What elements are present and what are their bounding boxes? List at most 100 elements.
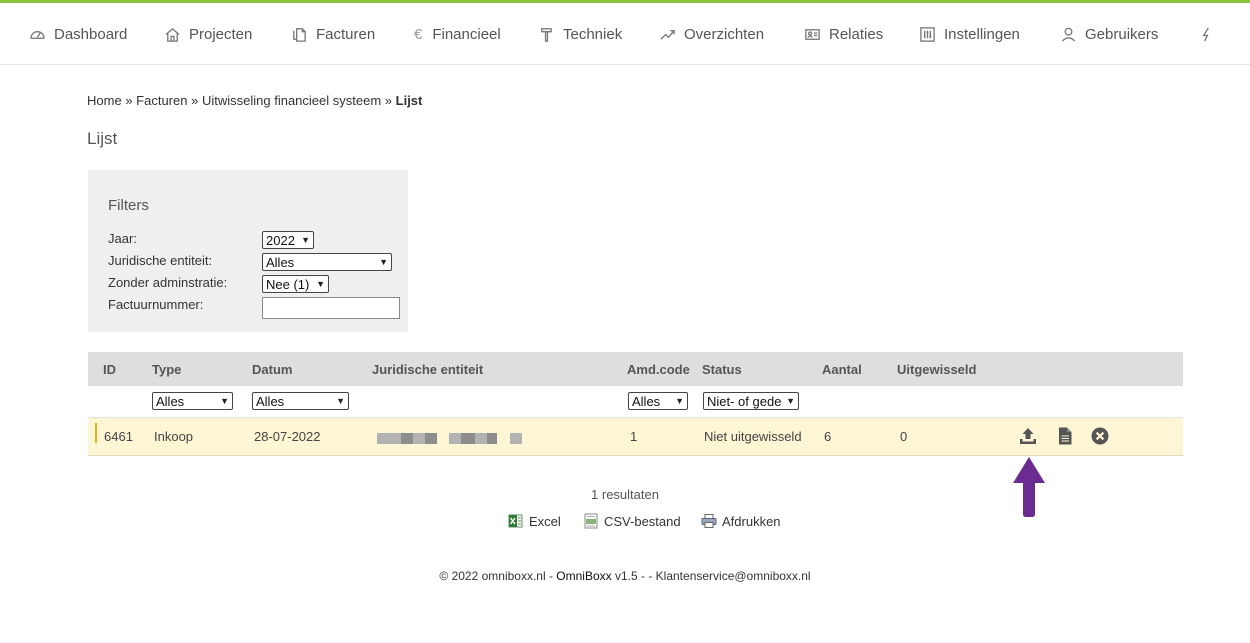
filters-title: Filters bbox=[108, 197, 149, 214]
home-icon bbox=[165, 27, 180, 42]
dashboard-gauge-icon bbox=[30, 30, 45, 39]
nav-item-dashboard[interactable]: Dashboard bbox=[29, 3, 127, 65]
column-filter-amdcode-value: Alles bbox=[632, 393, 661, 409]
cell-aantal: 6 bbox=[824, 429, 832, 444]
filter-factuurnummer-label: Factuurnummer: bbox=[108, 297, 204, 312]
cell-id: 6461 bbox=[104, 429, 133, 444]
main-nav: Dashboard Projecten Facturen € Financiee… bbox=[0, 3, 1250, 65]
nav-item-relaties[interactable]: Relaties bbox=[804, 3, 883, 65]
column-filter-type[interactable]: Alles ▼ bbox=[152, 392, 233, 410]
filter-administratie-label: Zonder adminstratie: bbox=[108, 275, 228, 290]
lightning-icon bbox=[1202, 27, 1209, 41]
cell-uitgewisseld: 0 bbox=[900, 429, 908, 444]
breadcrumb-uitwisseling[interactable]: Uitwisseling financieel systeem bbox=[202, 93, 381, 108]
column-filter-datum[interactable]: Alles ▼ bbox=[252, 392, 349, 410]
column-header-entiteit[interactable]: Juridische entiteit bbox=[372, 362, 483, 377]
export-excel-label: Excel bbox=[529, 513, 561, 529]
filter-jaar-select[interactable]: 2022 ▼ bbox=[262, 231, 314, 249]
export-csv-link[interactable]: CSV-bestand bbox=[583, 512, 681, 530]
nav-item-facturen[interactable]: Facturen bbox=[291, 3, 375, 65]
breadcrumb-current: Lijst bbox=[395, 93, 423, 108]
contact-card-icon bbox=[805, 28, 820, 40]
factuurnummer-input[interactable] bbox=[262, 297, 400, 319]
printer-icon bbox=[701, 514, 717, 528]
row-marker bbox=[95, 423, 97, 443]
document-icon[interactable] bbox=[1055, 426, 1075, 446]
nav-item-label: Financieel bbox=[432, 25, 501, 43]
column-filter-status[interactable]: Niet- of gede ▼ bbox=[703, 392, 799, 410]
filter-entiteit-select[interactable]: Alles ▼ bbox=[262, 253, 392, 271]
export-print-label: Afdrukken bbox=[722, 513, 781, 529]
filter-jaar-value: 2022 bbox=[266, 232, 295, 248]
column-header-datum[interactable]: Datum bbox=[252, 362, 292, 377]
nav-item-more[interactable] bbox=[1198, 3, 1223, 65]
export-excel-link[interactable]: Excel bbox=[508, 512, 561, 530]
filter-jaar-label: Jaar: bbox=[108, 231, 137, 246]
filter-administratie-select[interactable]: Nee (1) ▼ bbox=[262, 275, 329, 293]
nav-item-label: Instellingen bbox=[944, 25, 1020, 43]
csv-icon bbox=[584, 513, 598, 529]
column-filter-status-value: Niet- of gede bbox=[707, 393, 782, 409]
sliders-icon bbox=[920, 26, 935, 42]
filter-administratie-value: Nee (1) bbox=[266, 276, 310, 292]
chevron-down-icon: ▼ bbox=[675, 396, 684, 406]
export-print-link[interactable]: Afdrukken bbox=[701, 512, 781, 530]
chevron-down-icon: ▼ bbox=[336, 396, 345, 406]
table-header: ID Type Datum Juridische entiteit Amd.co… bbox=[88, 352, 1183, 386]
nav-item-gebruikers[interactable]: Gebruikers bbox=[1060, 3, 1158, 65]
footer-version-contact: v1.5 - - Klantenservice@omniboxx.nl bbox=[611, 569, 811, 583]
column-header-status[interactable]: Status bbox=[702, 362, 742, 377]
nav-item-label: Facturen bbox=[316, 25, 376, 43]
column-header-id[interactable]: ID bbox=[103, 362, 116, 377]
footer: © 2022 omniboxx.nl - OmniBoxx v1.5 - - K… bbox=[0, 569, 1250, 583]
cell-amdcode: 1 bbox=[630, 429, 638, 444]
filters-panel: Filters Jaar: 2022 ▼ Juridische entiteit:… bbox=[88, 170, 408, 332]
nav-item-techniek[interactable]: Techniek bbox=[538, 3, 622, 65]
line-chart-icon bbox=[660, 29, 675, 40]
upload-icon[interactable] bbox=[1018, 426, 1038, 446]
delete-circle-icon[interactable] bbox=[1090, 426, 1110, 446]
cell-type: Inkoop bbox=[154, 429, 194, 444]
column-filter-datum-value: Alles bbox=[256, 393, 285, 409]
column-header-amdcode[interactable]: Amd.code bbox=[627, 362, 690, 377]
breadcrumb-home[interactable]: Home bbox=[87, 93, 122, 108]
page-title: Lijst bbox=[87, 129, 118, 148]
nav-item-overzichten[interactable]: Overzichten bbox=[659, 3, 764, 65]
cell-status: Niet uitgewisseld bbox=[704, 429, 802, 444]
footer-copyright: © 2022 omniboxx.nl - bbox=[439, 569, 557, 583]
documents-icon bbox=[293, 27, 306, 42]
nav-item-label: Projecten bbox=[189, 25, 253, 43]
chevron-down-icon: ▼ bbox=[220, 396, 229, 406]
breadcrumb-facturen[interactable]: Facturen bbox=[136, 93, 187, 108]
hammer-icon bbox=[541, 27, 552, 42]
nav-item-financieel[interactable]: € Financieel bbox=[414, 3, 501, 65]
column-filter-row: Alles ▼ Alles ▼ Alles ▼ Niet- of gede ▼ bbox=[88, 386, 1183, 418]
column-header-aantal[interactable]: Aantal bbox=[822, 362, 862, 377]
column-header-type[interactable]: Type bbox=[152, 362, 181, 377]
filter-entiteit-label: Juridische entiteit: bbox=[108, 253, 213, 268]
column-header-uitgewisseld[interactable]: Uitgewisseld bbox=[897, 362, 976, 377]
column-filter-type-value: Alles bbox=[156, 393, 185, 409]
results-count: 1 resultaten bbox=[591, 487, 659, 502]
chevron-down-icon: ▼ bbox=[786, 396, 795, 406]
nav-item-label: Overzichten bbox=[684, 25, 765, 43]
chevron-down-icon: ▼ bbox=[379, 257, 388, 267]
chevron-down-icon: ▼ bbox=[301, 235, 310, 245]
nav-item-label: Gebruikers bbox=[1085, 25, 1159, 43]
chevron-down-icon: ▼ bbox=[316, 279, 325, 289]
nav-item-label: Techniek bbox=[563, 25, 623, 43]
euro-icon: € bbox=[414, 25, 423, 43]
nav-item-projecten[interactable]: Projecten bbox=[164, 3, 252, 65]
export-csv-label: CSV-bestand bbox=[604, 513, 681, 529]
column-filter-amdcode[interactable]: Alles ▼ bbox=[628, 392, 688, 410]
excel-icon bbox=[508, 514, 523, 528]
user-icon bbox=[1061, 27, 1076, 42]
breadcrumb-separator: » bbox=[125, 93, 133, 108]
nav-item-instellingen[interactable]: Instellingen bbox=[919, 3, 1020, 65]
cell-datum: 28-07-2022 bbox=[254, 429, 321, 444]
nav-item-label: Relaties bbox=[829, 25, 884, 43]
nav-item-label: Dashboard bbox=[54, 25, 128, 43]
table-row[interactable]: 6461 Inkoop 28-07-2022 1 Niet uitgewisse… bbox=[88, 418, 1183, 456]
breadcrumb: Home » Facturen » Uitwisseling financiee… bbox=[87, 93, 422, 108]
breadcrumb-separator: » bbox=[191, 93, 199, 108]
